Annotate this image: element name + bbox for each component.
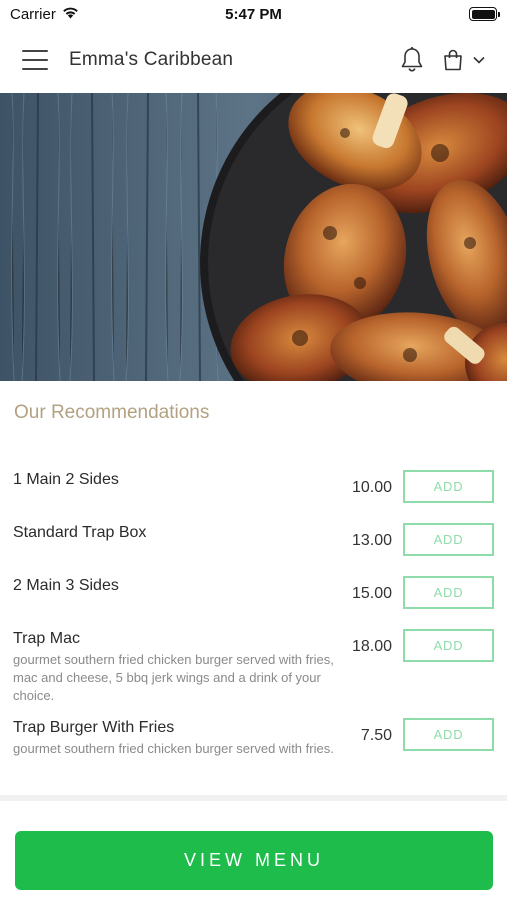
item-description: gourmet southern fried chicken burger se… [13, 741, 334, 756]
add-button[interactable]: ADD [403, 576, 494, 609]
add-button[interactable]: ADD [403, 470, 494, 503]
list-item: Trap Mac gourmet southern fried chicken … [0, 624, 507, 713]
item-price: 7.50 [360, 727, 392, 744]
item-description: gourmet southern fried chicken burger se… [13, 652, 334, 703]
divider [0, 795, 507, 801]
wifi-icon [62, 6, 79, 23]
bell-icon[interactable] [399, 46, 425, 74]
battery-icon [469, 7, 500, 21]
hamburger-menu-icon[interactable] [22, 50, 48, 70]
item-price: 13.00 [351, 532, 392, 549]
shopping-bag-icon[interactable] [443, 49, 485, 71]
list-item: Trap Burger With Fries gourmet southern … [0, 713, 507, 783]
chevron-down-icon[interactable] [473, 51, 485, 69]
item-price: 18.00 [351, 638, 392, 655]
app-title: Emma's Caribbean [69, 49, 234, 70]
hero-image [0, 93, 507, 381]
status-left: Carrier [10, 6, 79, 23]
add-button[interactable]: ADD [403, 523, 494, 556]
item-price: 15.00 [351, 585, 392, 602]
add-button[interactable]: ADD [403, 629, 494, 662]
view-menu-button[interactable]: VIEW MENU [15, 831, 493, 890]
status-bar: Carrier 5:47 PM [0, 0, 507, 28]
list-item: 1 Main 2 Sides 10.00 ADD [0, 465, 507, 518]
header-actions [399, 46, 485, 74]
section-title: Our Recommendations [14, 402, 210, 423]
list-item: Standard Trap Box 13.00 ADD [0, 518, 507, 571]
add-button[interactable]: ADD [403, 718, 494, 751]
app-header: Emma's Caribbean [0, 28, 507, 92]
list-item: 2 Main 3 Sides 15.00 ADD [0, 571, 507, 624]
item-price: 10.00 [351, 479, 392, 496]
recommendations-list: 1 Main 2 Sides 10.00 ADD Standard Trap B… [0, 465, 507, 783]
carrier-label: Carrier [10, 5, 56, 23]
